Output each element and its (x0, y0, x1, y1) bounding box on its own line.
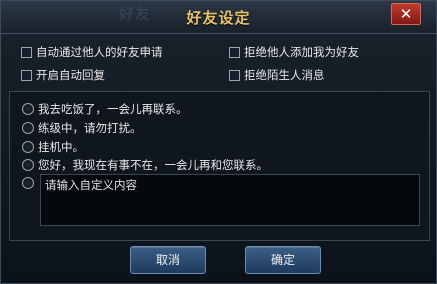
radio-icon[interactable] (22, 159, 34, 171)
option-label: 开启自动回复 (36, 68, 105, 82)
radio-icon[interactable] (22, 103, 34, 115)
reply-option[interactable]: 练级中，请勿打扰。 (22, 119, 142, 137)
reply-option[interactable]: 您好，我现在有事不在，一会儿再和您联系。 (22, 156, 268, 174)
option-auto-reply[interactable]: 开启自动回复 (21, 66, 105, 84)
option-label: 拒绝他人添加我为好友 (244, 45, 359, 59)
reply-label: 练级中，请勿打扰。 (38, 121, 142, 135)
radio-icon[interactable] (22, 177, 34, 189)
auto-reply-panel: 我去吃饭了，一会儿再联系。 练级中，请勿打扰。 挂机中。 您好，我现在有事不在，… (9, 91, 430, 241)
dialog-title: 好友设定 (186, 9, 251, 27)
radio-icon[interactable] (22, 141, 34, 153)
reply-option[interactable]: 我去吃饭了，一会儿再联系。 (22, 100, 188, 118)
options-group: 自动通过他人的好友申请 拒绝他人添加我为好友 开启自动回复 拒绝陌生人消息 (9, 39, 428, 87)
close-button[interactable]: ✕ (391, 3, 421, 25)
option-auto-accept[interactable]: 自动通过他人的好友申请 (21, 43, 163, 61)
reply-label: 挂机中。 (38, 140, 84, 154)
checkbox-icon[interactable] (229, 69, 240, 81)
option-reject-add[interactable]: 拒绝他人添加我为好友 (229, 43, 359, 61)
checkbox-icon[interactable] (21, 69, 32, 81)
friend-settings-dialog: 好友 好友设定 ✕ 自动通过他人的好友申请 拒绝他人添加我为好友 开启自动回复 … (0, 0, 437, 284)
cancel-button[interactable]: 取消 (130, 246, 206, 274)
option-label: 拒绝陌生人消息 (244, 68, 325, 82)
custom-reply-input[interactable]: 请输入自定义内容 (40, 174, 420, 226)
checkbox-icon[interactable] (21, 46, 32, 58)
checkbox-icon[interactable] (229, 46, 240, 58)
reply-label: 我去吃饭了，一会儿再联系。 (38, 102, 188, 116)
reply-option[interactable]: 挂机中。 (22, 138, 84, 156)
close-icon: ✕ (399, 5, 413, 23)
reply-option-custom[interactable] (22, 174, 38, 192)
option-label: 自动通过他人的好友申请 (36, 45, 163, 59)
reply-label: 您好，我现在有事不在，一会儿再和您联系。 (38, 158, 268, 172)
title-bar[interactable]: 好友 好友设定 ✕ (1, 1, 436, 34)
option-reject-strangers[interactable]: 拒绝陌生人消息 (229, 66, 325, 84)
radio-icon[interactable] (22, 122, 34, 134)
confirm-button[interactable]: 确定 (245, 246, 321, 274)
